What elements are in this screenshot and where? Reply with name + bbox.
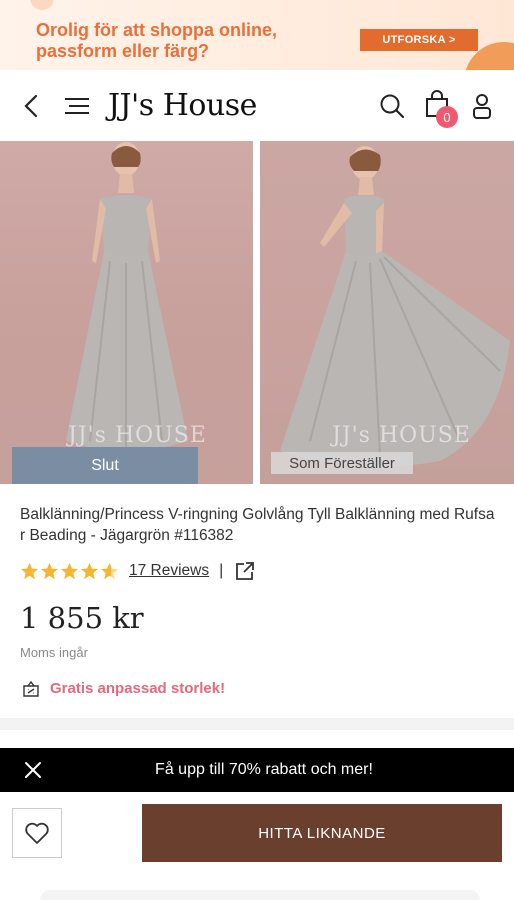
close-icon[interactable] [22, 759, 44, 781]
share-icon[interactable] [235, 561, 255, 581]
search-icon[interactable] [378, 92, 406, 120]
explore-button[interactable]: UTFORSKA > [360, 29, 478, 51]
site-logo[interactable]: JJ's House [108, 88, 257, 123]
site-header: JJ's House 0 [0, 70, 514, 140]
reviews-link[interactable]: 17 Reviews [129, 562, 209, 580]
half-star-icon [100, 562, 119, 579]
product-price: 1 855 kr [20, 601, 144, 635]
measure-tag-icon [23, 680, 39, 697]
product-image-side[interactable]: JJ's HOUSE Som Föreställer [260, 141, 514, 484]
sheet-edge [40, 890, 480, 900]
star-rating [20, 562, 119, 581]
watermark: JJ's HOUSE [68, 423, 207, 448]
wishlist-button[interactable] [12, 808, 62, 858]
discount-promo-bar: Få upp till 70% rabatt och mer! [0, 748, 514, 792]
vat-note: Moms ingår [20, 645, 88, 660]
star-icon [80, 562, 99, 579]
free-size-label: Gratis anpassad storlek! [50, 680, 226, 697]
star-icon [20, 562, 39, 579]
user-icon[interactable] [470, 92, 494, 120]
star-icon [60, 562, 79, 579]
chevron-left-icon[interactable] [18, 92, 46, 120]
watermark: JJ's HOUSE [332, 423, 471, 448]
cart-count-badge: 0 [436, 106, 458, 128]
section-divider [0, 718, 514, 730]
promo-banner[interactable]: Orolig för att shoppa online, passform e… [0, 0, 514, 70]
find-similar-button[interactable]: HITTA LIKNANDE [142, 804, 502, 862]
as-pictured-tag: Som Föreställer [271, 452, 413, 474]
heart-icon [25, 822, 49, 844]
product-image-front[interactable]: JJ's HOUSE Slut [0, 141, 253, 484]
free-custom-size[interactable]: Gratis anpassad storlek! [22, 680, 225, 697]
sold-out-tag: Slut [12, 447, 198, 484]
bottom-action-bar: HITTA LIKNANDE [0, 792, 514, 900]
promo-text: Få upp till 70% rabatt och mer! [155, 761, 373, 778]
star-icon [40, 562, 59, 579]
banner-decoration [30, 0, 54, 10]
product-title: Balklänning/Princess V-ringning Golvlång… [20, 506, 495, 544]
banner-text: Orolig för att shoppa online, passform e… [36, 20, 277, 61]
separator: | [219, 562, 224, 579]
product-rating: 17 Reviews | [20, 560, 255, 582]
menu-icon[interactable] [62, 92, 92, 120]
